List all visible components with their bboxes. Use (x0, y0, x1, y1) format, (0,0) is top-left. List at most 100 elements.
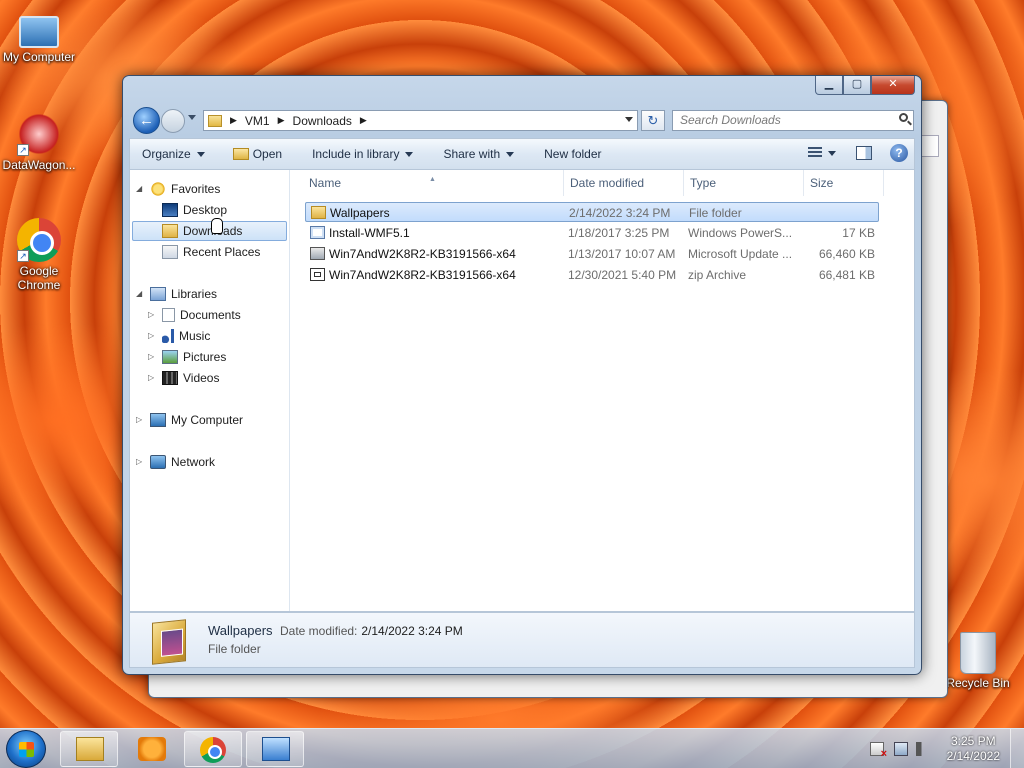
start-button[interactable] (6, 730, 46, 768)
tree-label: My Computer (171, 413, 244, 427)
update-package-icon (310, 247, 325, 260)
file-row-update-package[interactable]: Win7AndW2K8R2-KB3191566-x64 1/13/2017 10… (305, 244, 879, 264)
change-view-icon[interactable] (808, 147, 822, 159)
column-divider[interactable] (683, 170, 684, 196)
preview-pane-icon[interactable] (856, 146, 872, 160)
expander-icon[interactable]: ◢ (136, 179, 142, 199)
column-header-row: ▲ Name Date modified Type Size (291, 170, 914, 196)
desktop-icon-my-computer[interactable]: My Computer (0, 10, 78, 64)
column-divider[interactable] (563, 170, 564, 196)
tree-item-network[interactable]: ▷ Network (136, 452, 215, 472)
expander-icon[interactable]: ▷ (136, 452, 142, 472)
navigation-row: ← ▶ VM1 ▶ Downloads ▶ ↻ Search Downloads (131, 106, 914, 134)
column-date-modified[interactable]: Date modified (570, 176, 644, 190)
forward-button[interactable] (161, 109, 185, 133)
maximize-button[interactable]: ▢ (843, 76, 871, 95)
expander-icon[interactable]: ▷ (148, 326, 154, 346)
my-computer-icon (19, 16, 59, 48)
file-name: Wallpapers (330, 206, 390, 220)
action-center-flag-icon[interactable] (870, 742, 887, 760)
file-row-zip-archive[interactable]: Win7AndW2K8R2-KB3191566-x64 12/30/2021 5… (305, 265, 879, 285)
file-name: Install-WMF5.1 (329, 226, 410, 240)
network-status-icon[interactable] (894, 742, 908, 756)
file-list[interactable]: ▲ Name Date modified Type Size Wallpaper… (291, 170, 914, 611)
tree-item-pictures[interactable]: ▷ Pictures (148, 347, 227, 367)
file-row-install-wmf[interactable]: Install-WMF5.1 1/18/2017 3:25 PM Windows… (305, 223, 879, 243)
expander-icon[interactable]: ◢ (136, 284, 142, 304)
include-in-library-button[interactable]: Include in library (312, 147, 414, 161)
downloads-folder-icon (162, 224, 178, 238)
new-folder-button[interactable]: New folder (544, 147, 601, 161)
share-with-button[interactable]: Share with (443, 147, 515, 161)
hand-cursor-icon (211, 218, 223, 234)
network-icon (150, 455, 166, 469)
help-icon[interactable]: ? (890, 144, 908, 162)
expander-icon[interactable]: ▷ (148, 305, 154, 325)
details-name: Wallpapers (208, 623, 273, 638)
expander-icon[interactable]: ▷ (136, 410, 142, 430)
tree-item-my-computer[interactable]: ▷ My Computer (136, 410, 244, 430)
details-pane: Wallpapers Date modified: 2/14/2022 3:24 … (129, 612, 915, 668)
recent-places-icon (162, 245, 178, 259)
desktop-icon-datawagon[interactable]: ↗ DataWagon... (0, 112, 78, 172)
minimize-button[interactable]: ▁ (815, 76, 843, 95)
desktop-icon-label: DataWagon... (2, 158, 76, 172)
column-size[interactable]: Size (810, 176, 833, 190)
breadcrumb-arrow-icon[interactable]: ▶ (278, 115, 285, 126)
desktop-icon-recycle-bin[interactable]: Recycle Bin (936, 632, 1020, 690)
column-name[interactable]: Name (309, 176, 341, 190)
explorer-window[interactable]: ▁ ▢ ✕ ← ▶ VM1 ▶ Downloads ▶ ↻ Search Dow… (122, 75, 922, 675)
taskbar-media-player-button[interactable] (122, 731, 180, 767)
refresh-button[interactable]: ↻ (641, 110, 665, 131)
tree-item-recent-places[interactable]: Recent Places (162, 242, 260, 262)
windows-explorer-icon (76, 737, 104, 761)
clock[interactable]: 3:25 PM 2/14/2022 (947, 734, 1000, 764)
recent-pages-dropdown[interactable] (188, 115, 196, 120)
expander-icon[interactable]: ▷ (148, 347, 154, 367)
column-divider[interactable] (803, 170, 804, 196)
taskbar-control-panel-button[interactable] (246, 731, 304, 767)
search-input[interactable]: Search Downloads (672, 110, 914, 131)
organize-label: Organize (142, 147, 191, 161)
tree-item-desktop[interactable]: Desktop (162, 200, 227, 220)
address-bar[interactable]: ▶ VM1 ▶ Downloads ▶ (203, 110, 638, 131)
breadcrumb-vm1[interactable]: VM1 (245, 114, 270, 128)
open-button[interactable]: Open (232, 147, 282, 161)
details-date: Date modified: 2/14/2022 3:24 PM (280, 624, 463, 638)
folder-icon (208, 114, 222, 127)
tree-item-libraries[interactable]: ◢ Libraries (136, 284, 217, 304)
videos-icon (162, 371, 178, 385)
file-size: 66,481 KB (818, 268, 875, 282)
address-dropdown-icon[interactable] (625, 117, 633, 122)
tree-item-downloads[interactable]: Downloads (132, 221, 287, 241)
close-button[interactable]: ✕ (871, 76, 915, 95)
taskbar-chrome-button[interactable] (184, 731, 242, 767)
navigation-pane[interactable]: ◢ Favorites Desktop Downloads Recent Plac… (130, 170, 290, 611)
breadcrumb-downloads[interactable]: Downloads (293, 114, 352, 128)
chevron-down-icon[interactable] (828, 150, 836, 156)
column-type[interactable]: Type (690, 176, 716, 190)
back-button[interactable]: ← (133, 107, 160, 134)
tree-item-music[interactable]: ▷ Music (148, 326, 210, 346)
breadcrumb-arrow-icon[interactable]: ▶ (360, 115, 367, 126)
documents-icon (162, 308, 175, 322)
details-type: File folder (208, 642, 261, 656)
tree-item-documents[interactable]: ▷ Documents (148, 305, 241, 325)
tree-label: Documents (180, 308, 241, 322)
folder-icon (311, 206, 326, 219)
desktop-icon-chrome[interactable]: ↗ Google Chrome (0, 218, 78, 292)
taskbar-explorer-button[interactable] (60, 731, 118, 767)
file-row-wallpapers[interactable]: Wallpapers 2/14/2022 3:24 PM File folder (305, 202, 879, 222)
datawagon-icon: ↗ (17, 112, 61, 156)
show-desktop-button[interactable] (1010, 729, 1024, 768)
column-divider[interactable] (883, 170, 884, 196)
tree-item-videos[interactable]: ▷ Videos (148, 368, 219, 388)
tree-label: Pictures (183, 350, 227, 364)
file-type: Microsoft Update ... (688, 247, 793, 261)
organize-button[interactable]: Organize (142, 147, 205, 161)
media-player-icon (138, 737, 166, 761)
expander-icon[interactable]: ▷ (148, 368, 154, 388)
volume-icon[interactable] (916, 742, 930, 756)
tree-item-favorites[interactable]: ◢ Favorites (136, 179, 220, 199)
breadcrumb-arrow-icon[interactable]: ▶ (230, 115, 237, 126)
